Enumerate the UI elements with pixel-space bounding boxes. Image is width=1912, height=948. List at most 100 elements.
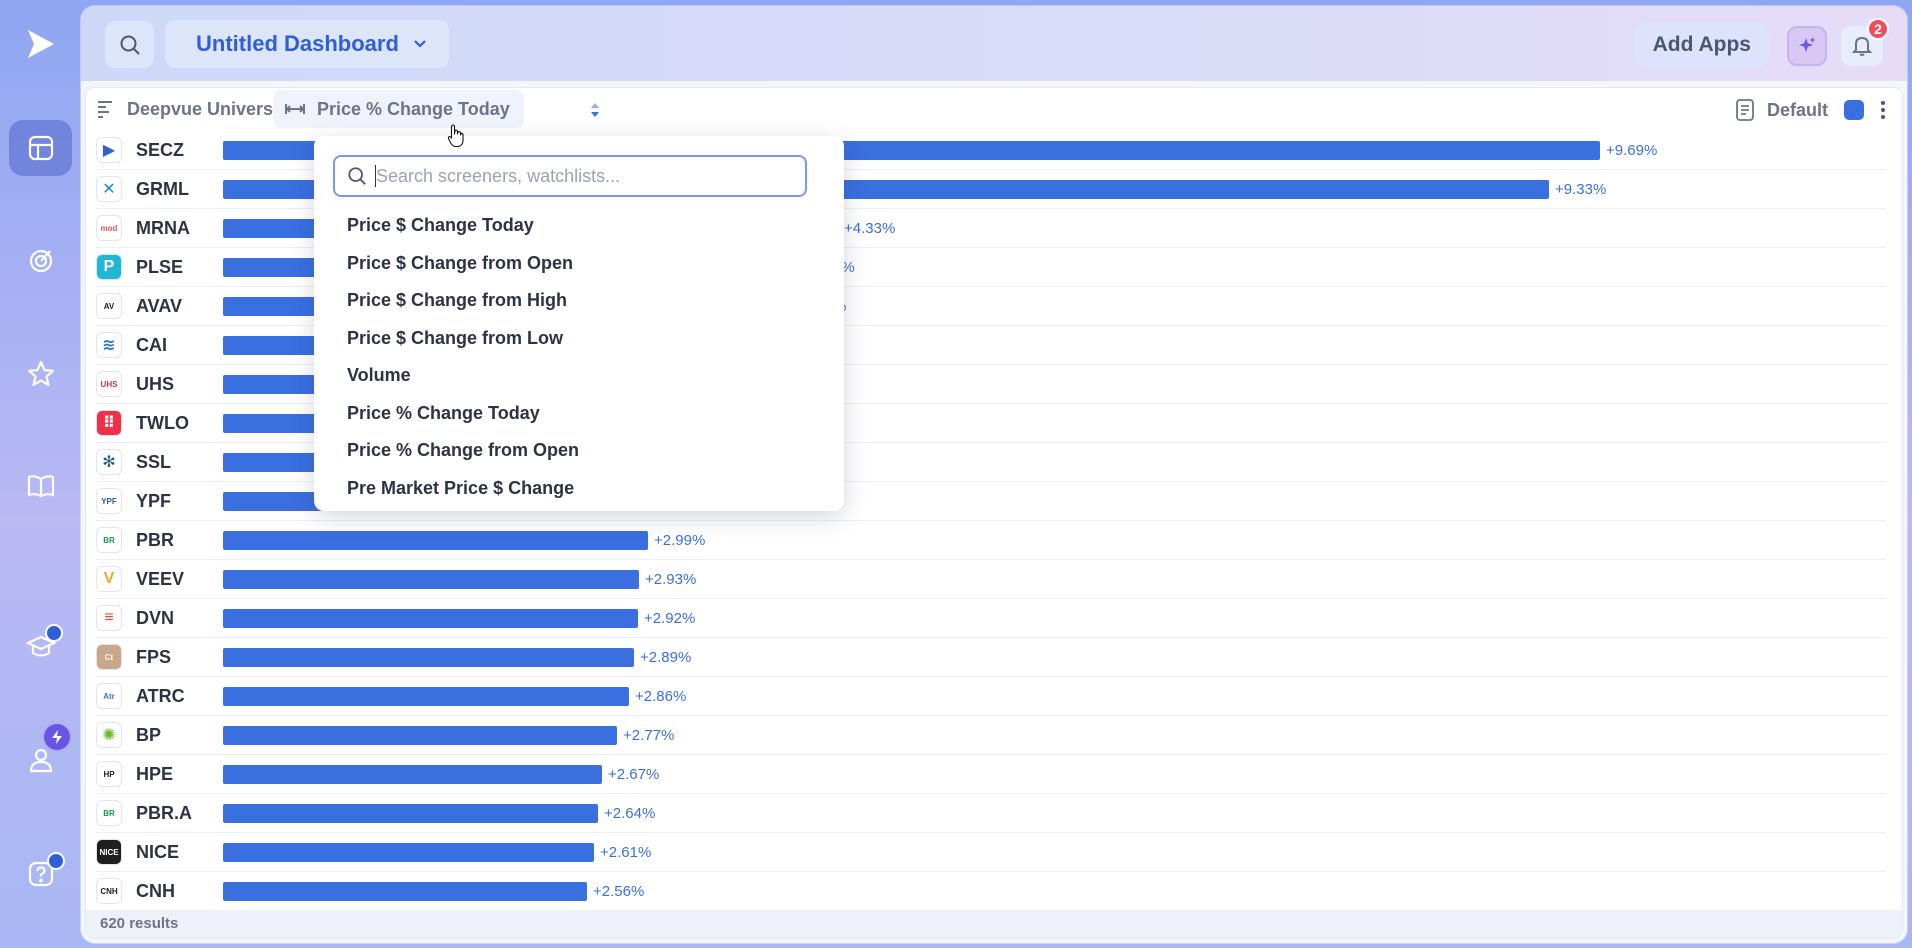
ticker-symbol[interactable]: TWLO [136, 413, 189, 434]
dashboard-icon[interactable] [9, 120, 72, 176]
ticker-symbol[interactable]: CAI [136, 335, 167, 356]
company-logo-icon: YPF [96, 488, 122, 514]
ticker-symbol[interactable]: SSL [136, 452, 171, 473]
graduation-cap-icon[interactable] [9, 618, 72, 674]
table-row[interactable]: HP HPE +2.67% [96, 755, 1886, 794]
ticker-symbol[interactable]: PBR [136, 530, 174, 551]
dashboard-title: Untitled Dashboard [196, 31, 399, 56]
company-logo-icon: Ct [96, 644, 122, 670]
value-label: +2.77% [623, 727, 675, 744]
table-row[interactable]: ✺ BP +2.77% [96, 716, 1886, 755]
list-icon[interactable] [96, 99, 114, 119]
dropdown-search-input[interactable] [376, 165, 796, 187]
value-label: +4.33% [844, 220, 896, 237]
notification-dot [45, 624, 63, 642]
table-row[interactable]: NICE NICE +2.61% [96, 833, 1886, 872]
search-icon [120, 35, 140, 55]
sparkle-icon [1799, 37, 1816, 52]
ticker-symbol[interactable]: PLSE [136, 257, 183, 278]
dropdown-option[interactable]: Volume [347, 357, 579, 395]
value-bar [223, 609, 638, 628]
universe-selector[interactable]: Deepvue Universe [127, 99, 283, 120]
book-icon[interactable] [9, 458, 72, 514]
company-logo-icon: ▶ [96, 137, 122, 163]
value-label: +2.67% [608, 766, 660, 783]
table-row[interactable]: Ct FPS +2.89% [96, 638, 1886, 677]
dropdown-option[interactable]: Price $ Change Today [347, 207, 579, 245]
value-bar [223, 570, 639, 589]
table-row[interactable]: BR PBR +2.99% [96, 521, 1886, 560]
metric-selector[interactable]: Price % Change Today [273, 90, 524, 128]
dashboard-selector[interactable]: Untitled Dashboard [165, 20, 449, 68]
dropdown-option[interactable]: Pre Market Price $ Change [347, 470, 579, 508]
ticker-symbol[interactable]: UHS [136, 374, 174, 395]
metric-label: Price % Change Today [317, 98, 510, 119]
table-row[interactable]: V VEEV +2.93% [96, 560, 1886, 599]
table-row[interactable]: Atr ATRC +2.86% [96, 677, 1886, 716]
dropdown-search-box[interactable] [333, 155, 807, 197]
value-bar [223, 531, 648, 550]
add-apps-button[interactable]: Add Apps [1634, 22, 1769, 68]
ticker-symbol[interactable]: AVAV [136, 296, 182, 317]
dropdown-options: Price $ Change Today Price $ Change from … [347, 207, 579, 507]
company-logo-icon: ⠿ [96, 410, 122, 436]
value-bar [223, 726, 617, 745]
dropdown-option[interactable]: Price $ Change from High [347, 282, 579, 320]
table-row[interactable]: CNH CNH +2.56% [96, 872, 1886, 911]
ticker-symbol[interactable]: DVN [136, 608, 174, 629]
ticker-symbol[interactable]: NICE [136, 842, 179, 863]
logo-icon[interactable] [22, 26, 58, 62]
company-logo-icon: BR [96, 800, 122, 826]
company-logo-icon: V [96, 566, 122, 592]
company-logo-icon: UHS [96, 371, 122, 397]
table-row[interactable]: BR PBR.A +2.64% [96, 794, 1886, 833]
company-logo-icon: P [96, 254, 122, 280]
value-bar [223, 843, 594, 862]
company-logo-icon: AV [96, 293, 122, 319]
top-bar: Untitled Dashboard Add Apps 2 [81, 6, 1907, 81]
value-label: +2.93% [645, 571, 697, 588]
ticker-symbol[interactable]: CNH [136, 881, 175, 902]
dropdown-option[interactable]: Price % Change from Open [347, 432, 579, 470]
value-bar [223, 648, 634, 667]
table-row[interactable]: ≡ DVN +2.92% [96, 599, 1886, 638]
value-label: +9.69% [1606, 142, 1658, 159]
company-logo-icon: CNH [96, 878, 122, 904]
layout-label[interactable]: Default [1767, 100, 1828, 121]
bar-color-swatch[interactable] [1844, 100, 1864, 120]
range-icon [285, 104, 305, 114]
company-logo-icon: ✕ [96, 176, 122, 202]
company-logo-icon: ✻ [96, 449, 122, 475]
ticker-symbol[interactable]: GRML [136, 179, 189, 200]
search-icon [348, 167, 366, 185]
star-icon[interactable] [9, 346, 72, 402]
notification-count-badge: 2 [1867, 18, 1889, 40]
ai-sparkle-button[interactable] [1787, 26, 1827, 66]
ticker-symbol[interactable]: MRNA [136, 218, 190, 239]
ticker-symbol[interactable]: SECZ [136, 140, 184, 161]
ticker-symbol[interactable]: BP [136, 725, 161, 746]
help-notification-dot [47, 852, 65, 870]
ticker-symbol[interactable]: VEEV [136, 569, 184, 590]
ticker-symbol[interactable]: ATRC [136, 686, 185, 707]
value-label: +2.86% [635, 688, 687, 705]
value-label: +2.64% [604, 805, 656, 822]
ticker-symbol[interactable]: PBR.A [136, 803, 192, 824]
search-button[interactable] [105, 21, 154, 68]
more-options-icon[interactable] [1880, 100, 1886, 120]
sort-icon[interactable] [589, 101, 601, 119]
company-logo-icon: BR [96, 527, 122, 553]
value-bar [223, 804, 598, 823]
value-bar [223, 765, 602, 784]
company-logo-icon: Atr [96, 683, 122, 709]
dropdown-option[interactable]: Price % Change Today [347, 395, 579, 433]
company-logo-icon: mod [96, 215, 122, 241]
ticker-symbol[interactable]: YPF [136, 491, 171, 512]
document-icon[interactable] [1735, 98, 1755, 122]
dropdown-option[interactable]: Price $ Change from Low [347, 320, 579, 358]
dropdown-option[interactable]: Price $ Change from Open [347, 245, 579, 283]
scanner-icon[interactable] [9, 232, 72, 288]
value-label: +2.92% [644, 610, 696, 627]
ticker-symbol[interactable]: FPS [136, 647, 171, 668]
ticker-symbol[interactable]: HPE [136, 764, 173, 785]
